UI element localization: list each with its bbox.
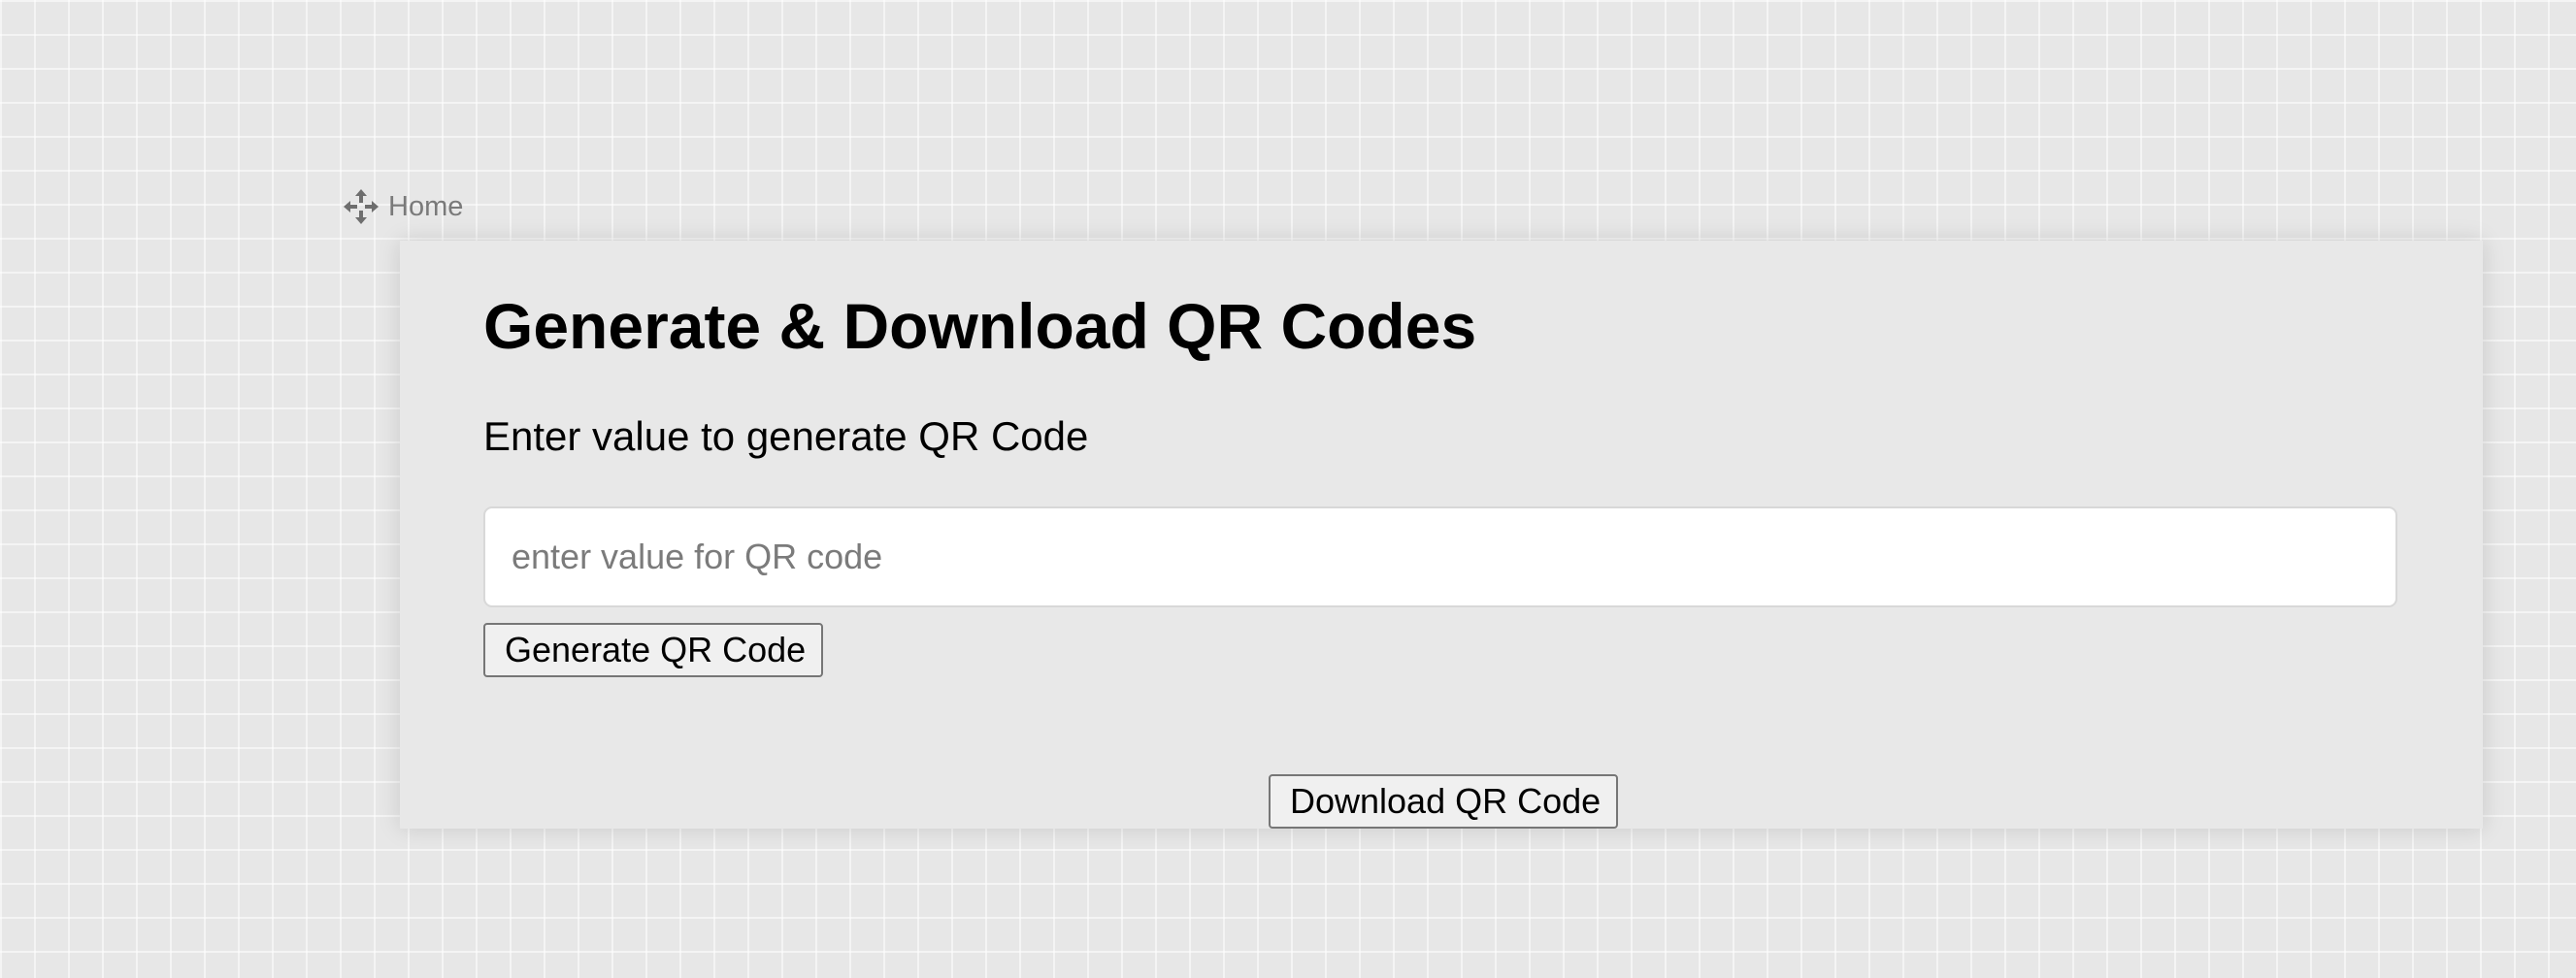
download-qr-button[interactable]: Download QR Code [1269, 774, 1618, 829]
home-label: Home [388, 190, 464, 222]
move-arrows-icon [342, 187, 380, 226]
generate-qr-button[interactable]: Generate QR Code [483, 623, 823, 677]
qr-generator-card: Generate & Download QR Codes Enter value… [400, 241, 2483, 829]
qr-value-input[interactable] [483, 506, 2397, 607]
home-link[interactable]: Home [342, 187, 463, 226]
input-prompt-label: Enter value to generate QR Code [483, 413, 1089, 459]
page-title: Generate & Download QR Codes [483, 290, 1477, 362]
